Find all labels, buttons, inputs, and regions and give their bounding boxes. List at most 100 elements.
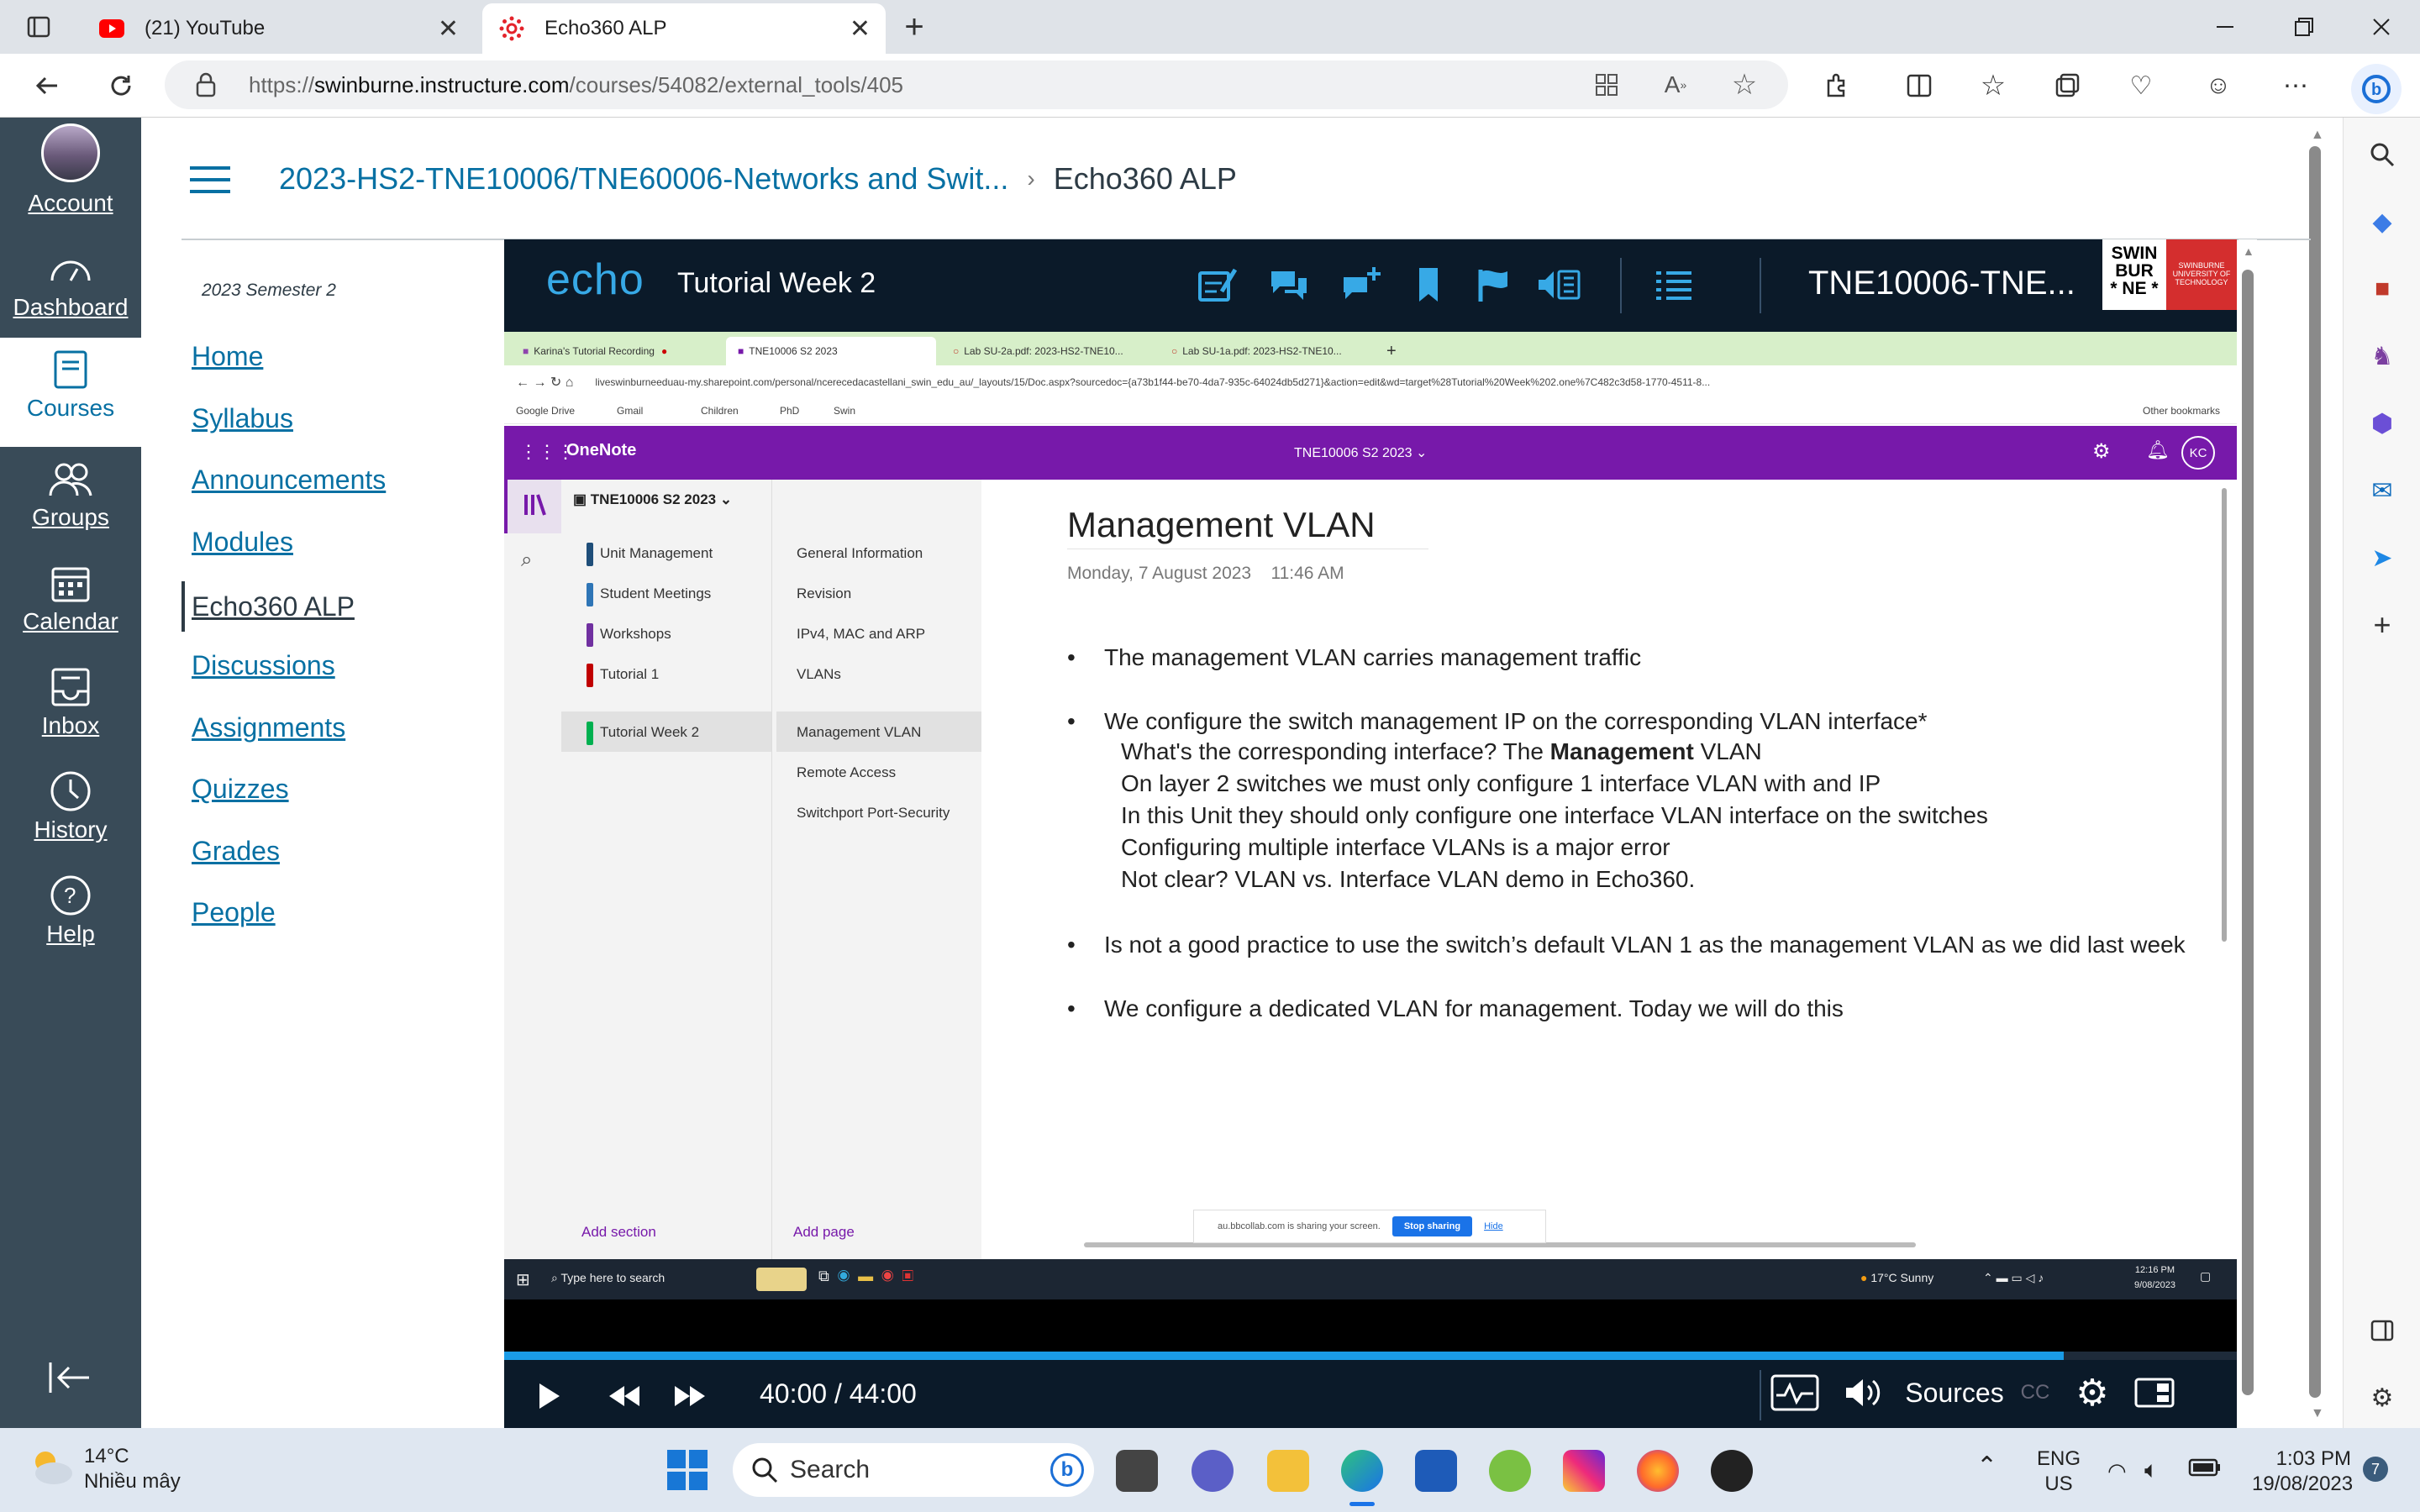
nav-calendar[interactable]: Calendar [0,558,141,659]
tab-youtube[interactable]: (21) YouTube ✕ [82,3,474,54]
nav-groups[interactable]: Groups [0,454,141,554]
course-nav-echo360[interactable]: Echo360 ALP [182,581,355,632]
nav-label: History [34,816,108,843]
confusion-flag-icon[interactable] [1467,260,1518,310]
battery-icon[interactable] [2188,1457,2222,1478]
add-sidebar-app-icon[interactable]: + [2364,606,2401,643]
task-view-icon[interactable] [1116,1450,1158,1492]
taskbar-search[interactable]: Search b [733,1443,1094,1497]
player-scrollbar[interactable]: ▲ [2238,239,2257,1431]
ask-question-icon[interactable] [1336,260,1386,310]
quality-monitor-icon[interactable] [1766,1372,1823,1414]
tab-actions-icon[interactable] [20,8,57,45]
taskbar-clock[interactable]: 1:03 PM 19/08/2023 [2252,1446,2353,1497]
shopping-tag-icon[interactable]: ◆ [2364,203,2401,240]
tools-icon[interactable]: ■ [2364,270,2401,307]
nav-inbox[interactable]: Inbox [0,662,141,763]
course-nav-home[interactable]: Home [192,341,263,372]
extensions-icon[interactable] [1818,67,1855,104]
edge-taskbar-icon[interactable] [1341,1450,1383,1492]
sidebar-settings-icon[interactable]: ⚙ [2364,1379,2401,1416]
breadcrumb-course-link[interactable]: 2023-HS2-TNE10006/TNE60006-Networks and … [279,161,1008,197]
minimize-icon[interactable] [2207,8,2244,45]
weather-cloud-icon[interactable] [25,1446,76,1488]
favorites-icon[interactable]: ☆ [1975,67,2012,104]
refresh-icon[interactable] [103,67,139,104]
teams-chat-icon[interactable] [1192,1450,1234,1492]
wifi-icon[interactable]: ◠ [2107,1458,2127,1484]
course-nav-announcements[interactable]: Announcements [192,465,386,496]
speaker-icon[interactable]: 🔈︎ [2144,1457,2159,1484]
bookmark-icon[interactable] [1403,260,1454,310]
playback-progress-bar[interactable] [504,1352,2237,1360]
course-nav-modules[interactable]: Modules [192,527,293,558]
nav-dashboard[interactable]: Dashboard [0,244,141,344]
games-icon[interactable]: ♞ [2364,338,2401,375]
back-icon[interactable] [29,67,66,104]
outlook-icon[interactable]: ✉ [2364,472,2401,509]
send-icon[interactable]: ➤ [2364,539,2401,576]
firefox-icon[interactable] [1637,1450,1679,1492]
collapse-nav-icon[interactable] [47,1361,92,1394]
discussion-icon[interactable] [1264,260,1314,310]
scroll-thumb[interactable] [2242,270,2254,1395]
read-aloud-icon[interactable]: A» [1657,66,1694,103]
layout-toggle-icon[interactable] [2129,1372,2180,1414]
course-nav-people[interactable]: People [192,897,276,928]
scroll-down-icon[interactable]: ▼ [2311,1406,2324,1421]
close-window-icon[interactable] [2363,8,2400,45]
scroll-up-icon[interactable]: ▲ [2311,128,2324,143]
course-nav-discussions[interactable]: Discussions [192,650,335,681]
app-available-icon[interactable] [1588,66,1625,103]
sources-button[interactable]: Sources [1902,1372,2007,1414]
profile-icon[interactable]: ☺ [2200,67,2237,104]
favorite-star-icon[interactable]: ☆ [1726,66,1763,103]
close-tab-icon[interactable]: ✕ [438,14,459,44]
new-tab-icon[interactable]: + [896,8,933,45]
bing-copilot-icon[interactable]: b [2351,64,2402,114]
hamburger-menu-icon[interactable] [188,165,232,195]
close-tab-icon[interactable]: ✕ [850,14,871,44]
course-nav-quizzes[interactable]: Quizzes [192,774,289,805]
windows-start-icon[interactable] [667,1450,708,1490]
fast-forward-button[interactable] [669,1375,711,1417]
contents-list-icon[interactable] [1649,260,1699,310]
transcript-icon[interactable] [1534,260,1585,310]
course-nav-grades[interactable]: Grades [192,836,280,867]
restore-icon[interactable] [2286,8,2323,45]
play-button[interactable] [528,1375,570,1417]
github-icon[interactable] [1711,1450,1753,1492]
breadcrumb-separator: › [1027,165,1035,192]
scroll-thumb[interactable] [2309,146,2321,1398]
notification-badge[interactable]: 7 [2363,1457,2388,1482]
url-input[interactable]: https://swinburne.instructure.com/course… [165,60,1788,109]
sidebar-search-icon[interactable] [2364,136,2401,173]
page-scrollbar[interactable]: ▲ ▼ [2306,124,2324,1428]
split-screen-icon[interactable] [1901,67,1938,104]
instagram-icon[interactable] [1563,1450,1605,1492]
tab-echo360[interactable]: Echo360 ALP ✕ [482,3,886,54]
nav-history[interactable]: History [0,766,141,867]
course-nav-syllabus[interactable]: Syllabus [192,403,293,434]
microsoft-store-icon[interactable] [1415,1450,1457,1492]
file-explorer-icon[interactable] [1267,1450,1309,1492]
microsoft365-icon[interactable]: ⬢ [2364,405,2401,442]
volume-icon[interactable] [1837,1372,1891,1414]
app-icon-green[interactable] [1489,1450,1531,1492]
nav-help[interactable]: ? Help [0,870,141,971]
closed-captions-button[interactable]: CC [2013,1372,2057,1414]
show-hidden-icons-chevron[interactable]: ⌃ [1976,1452,1997,1481]
more-menu-icon[interactable]: ⋯ [2277,67,2314,104]
notes-icon[interactable] [1192,260,1242,310]
language-indicator[interactable]: ENG US [2037,1446,2081,1497]
nav-courses[interactable]: Courses [0,338,141,447]
collections-icon[interactable] [2049,67,2086,104]
settings-gear-icon[interactable]: ⚙ [2069,1372,2116,1414]
scroll-up-icon[interactable]: ▲ [2243,244,2254,258]
browser-essentials-icon[interactable]: ♡ [2123,67,2160,104]
course-nav-assignments[interactable]: Assignments [192,712,345,743]
hide-sidebar-icon[interactable] [2364,1312,2401,1349]
rewind-button[interactable] [603,1375,645,1417]
video-frame[interactable]: ■ Karina's Tutorial Recording ● ■ TNE10006 … [504,332,2237,1310]
nav-account[interactable]: Account [0,123,141,228]
